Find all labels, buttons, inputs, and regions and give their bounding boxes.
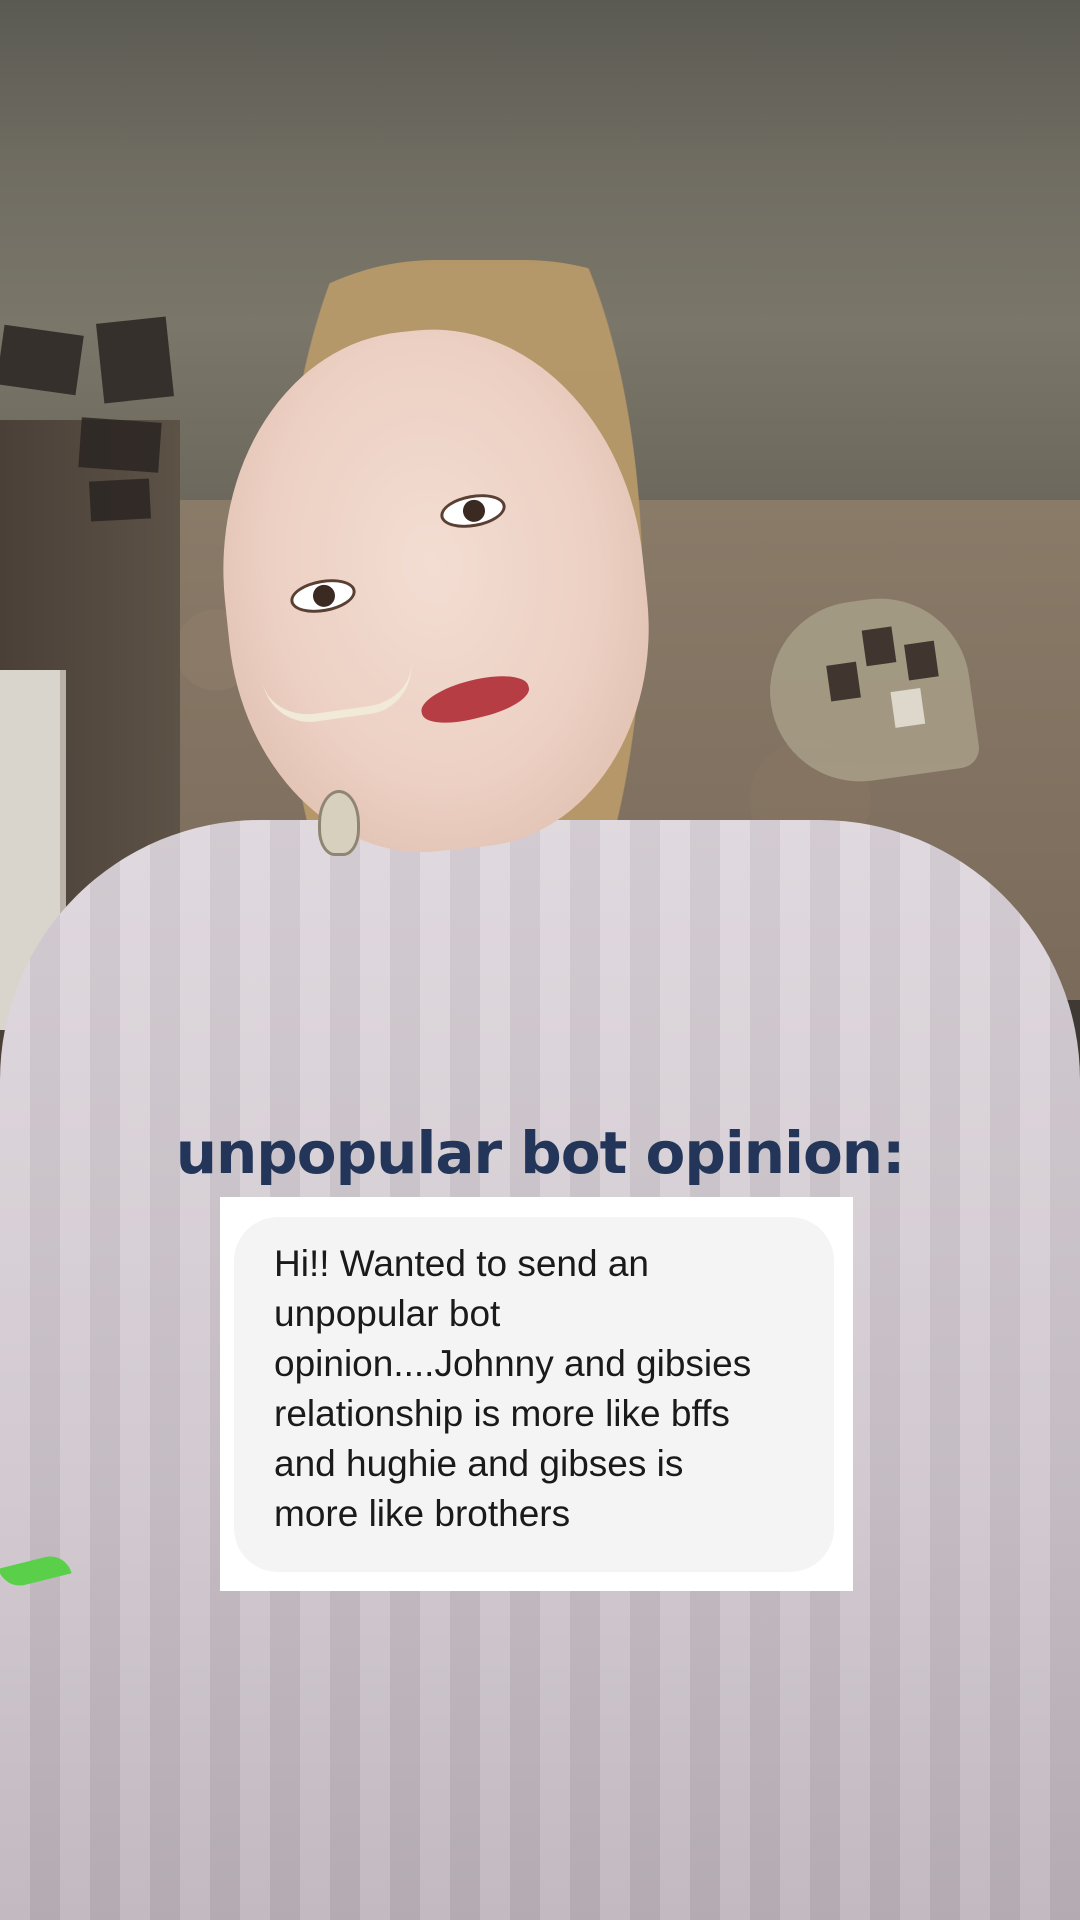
message-line: relationship is more like bffs xyxy=(274,1393,730,1434)
message-line: and hughie and gibses is xyxy=(274,1443,684,1484)
message-text: Hi!! Wanted to send an unpopular bot opini… xyxy=(274,1239,814,1539)
message-line: more like brothers xyxy=(274,1493,571,1534)
message-line: unpopular bot xyxy=(274,1293,501,1334)
message-screenshot-card: Hi!! Wanted to send an unpopular bot opini… xyxy=(220,1197,853,1591)
video-frame: unpopular bot opinion: Hi!! Wanted to se… xyxy=(0,0,1080,1920)
owl-earring xyxy=(318,790,360,856)
message-line: opinion....Johnny and gibsies xyxy=(274,1343,752,1384)
caption-text: unpopular bot opinion: xyxy=(175,1119,906,1187)
message-line: Hi!! Wanted to send an xyxy=(274,1243,650,1284)
message-bubble: Hi!! Wanted to send an unpopular bot opini… xyxy=(234,1217,834,1572)
